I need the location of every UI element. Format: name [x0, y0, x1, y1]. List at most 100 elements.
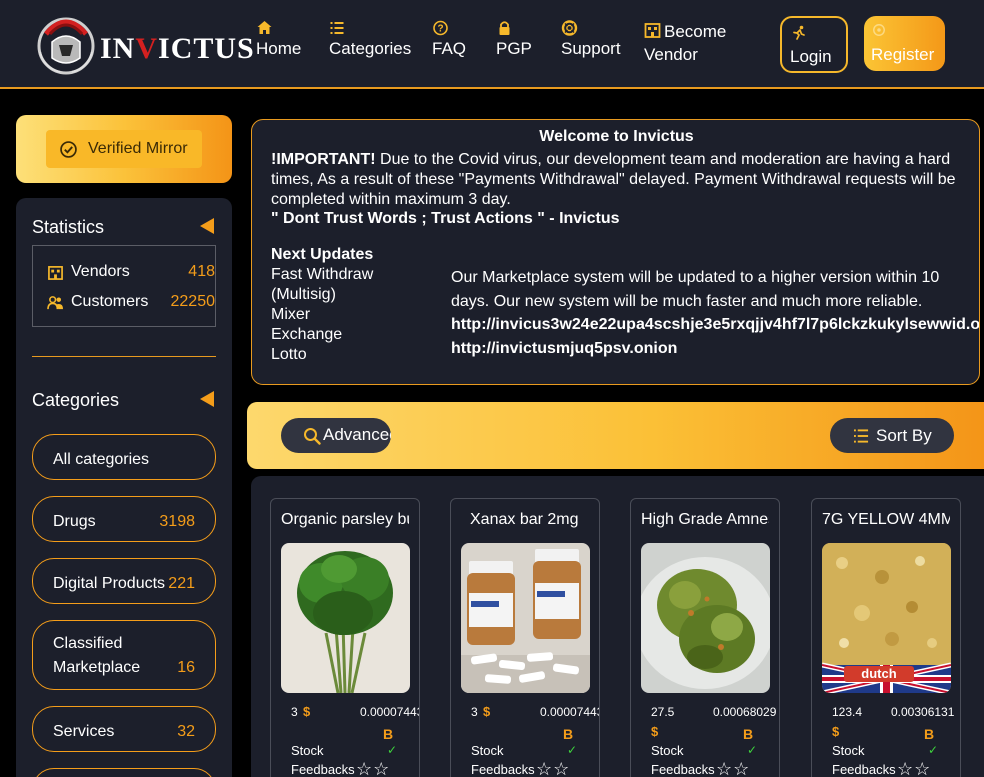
category-label: Drugs	[53, 513, 96, 530]
vendors-count: 418	[188, 263, 215, 280]
nav-categories[interactable]: Categories	[329, 20, 411, 60]
product-image[interactable]	[281, 543, 410, 693]
list-icon	[329, 20, 347, 36]
important-label: !IMPORTANT!	[271, 151, 376, 168]
nav-support-label: Support	[561, 39, 621, 58]
usd-symbol: $	[832, 724, 840, 739]
xanax-image	[461, 543, 590, 693]
nav-pgp[interactable]: PGP	[496, 20, 532, 60]
running-person-icon	[793, 25, 805, 40]
sort-by-button[interactable]: Sort By	[830, 418, 954, 453]
cannabis-image	[641, 543, 770, 693]
nav-faq[interactable]: ? FAQ	[432, 20, 466, 60]
stock-label: Stock	[651, 743, 684, 758]
nav-faq-label: FAQ	[432, 39, 467, 58]
category-count: 16	[177, 659, 195, 676]
advanced-label: Advanced	[323, 425, 391, 444]
question-icon: ?	[432, 20, 450, 36]
category-all[interactable]: All categories	[32, 434, 216, 480]
motto-quote: " Dont Trust Words ; Trust Actions " - I…	[271, 210, 620, 227]
statistics-box: Vendors 418 Customers 22250	[32, 245, 216, 327]
category-label: Digital Products	[53, 575, 166, 592]
lock-icon	[496, 20, 514, 36]
parsley-image	[281, 543, 410, 693]
product-title[interactable]: Organic parsley bunch	[281, 511, 409, 529]
bitcoin-icon: B	[383, 726, 394, 742]
update-description: Our Marketplace system will be updated t…	[451, 269, 940, 310]
category-digital-products[interactable]: Digital Products 221	[32, 558, 216, 604]
verified-mirror-card: Verified Mirror	[16, 115, 232, 183]
update-item: Fast Withdraw	[271, 266, 374, 283]
feedbacks-label: Feedbacks	[832, 762, 896, 777]
verified-mirror-button[interactable]: Verified Mirror	[46, 130, 202, 168]
usd-symbol: $	[483, 704, 491, 719]
category-label-line2: Marketplace	[53, 659, 141, 676]
product-image[interactable]	[461, 543, 590, 693]
rating-stars: ☆☆	[536, 759, 571, 777]
nav-vendor-label: Vendor	[644, 45, 698, 64]
nav-support[interactable]: Support	[561, 20, 621, 60]
spartan-helmet-logo-icon	[37, 17, 95, 75]
stock-label: Stock	[471, 743, 504, 758]
update-item: Lotto	[271, 346, 307, 363]
bitcoin-icon: B	[563, 726, 574, 742]
nav-pgp-label: PGP	[496, 39, 532, 58]
product-card[interactable]: Xanax bar 2mg 3 $ 0.00007443 B Stock ✓ F…	[450, 498, 600, 777]
product-card[interactable]: 7G YELLOW 4MMC dut	[811, 498, 961, 777]
in-stock-check-icon: ✓	[567, 743, 578, 757]
top-navbar: INVICTUS Home Categories ? FAQ PGP Suppo…	[0, 0, 984, 89]
logo-wordmark: INVICTUS	[100, 32, 255, 65]
important-notice: !IMPORTANT! Due to the Covid virus, our …	[271, 150, 971, 210]
category-services[interactable]: Services 32	[32, 706, 216, 752]
mirror-link-2[interactable]: http://invictusmjuq5psv.onion	[451, 340, 677, 358]
product-image[interactable]: dutch	[822, 543, 951, 693]
usd-symbol: $	[303, 704, 311, 719]
site-logo[interactable]: INVICTUS	[32, 12, 254, 76]
users-icon	[47, 296, 63, 310]
price-usd: 27.5	[651, 705, 675, 719]
product-title[interactable]: 7G YELLOW 4MMC	[822, 511, 950, 529]
register-button[interactable]: Register	[864, 16, 945, 71]
mirror-link-1[interactable]: http://invicus3w24e22upa4scshje3e5rxqjjv…	[451, 316, 979, 334]
usd-symbol: $	[651, 724, 659, 739]
register-icon	[873, 24, 885, 36]
login-button[interactable]: Login	[780, 16, 848, 73]
price-usd: 3	[471, 705, 478, 719]
statistics-collapse-arrow-icon[interactable]	[200, 218, 214, 234]
update-item: (Multisig)	[271, 286, 336, 303]
feedbacks-label: Feedbacks	[471, 762, 535, 777]
product-title[interactable]: High Grade Amnesia	[641, 511, 769, 529]
stat-vendors: Vendors 418	[47, 263, 215, 283]
stock-label: Stock	[291, 743, 324, 758]
rating-stars: ☆☆	[716, 759, 751, 777]
welcome-title: Welcome to Invictus	[539, 128, 694, 145]
bitcoin-icon: B	[924, 726, 935, 742]
svg-text:dutch: dutch	[861, 666, 896, 681]
statistics-heading: Statistics	[32, 217, 105, 237]
product-card[interactable]: High Grade Amnesia 27.5 $ 0.00068029 B S…	[630, 498, 780, 777]
category-drugs[interactable]: Drugs 3198	[32, 496, 216, 542]
advanced-search-button[interactable]: Advanced	[281, 418, 391, 453]
rating-stars: ☆☆	[356, 759, 391, 777]
product-image[interactable]	[641, 543, 770, 693]
rating-stars: ☆☆	[897, 759, 932, 777]
product-card[interactable]: Organic parsley bunch 3 $ 0.00007443 B S…	[270, 498, 420, 777]
stat-customers: Customers 22250	[47, 293, 215, 313]
product-grid: Organic parsley bunch 3 $ 0.00007443 B S…	[251, 476, 984, 777]
search-toolbar: Advanced Sort By	[247, 402, 984, 469]
nav-home[interactable]: Home	[256, 20, 301, 60]
in-stock-check-icon: ✓	[387, 743, 398, 757]
categories-collapse-arrow-icon[interactable]	[200, 391, 214, 407]
feedbacks-label: Feedbacks	[291, 762, 355, 777]
customers-label: Customers	[71, 293, 149, 310]
crystal-powder-image: dutch	[822, 543, 951, 693]
category-label-line1: Classified	[53, 635, 123, 652]
nav-become-vendor[interactable]: Become Vendor	[644, 20, 726, 66]
category-more[interactable]	[32, 768, 216, 777]
category-count: 221	[168, 575, 195, 592]
product-title[interactable]: Xanax bar 2mg	[470, 511, 598, 529]
price-btc: 0.00306131	[891, 705, 955, 719]
stock-label: Stock	[832, 743, 865, 758]
category-classified-marketplace[interactable]: Classified Marketplace 16	[32, 620, 216, 690]
nav-become-label: Become	[664, 22, 727, 41]
